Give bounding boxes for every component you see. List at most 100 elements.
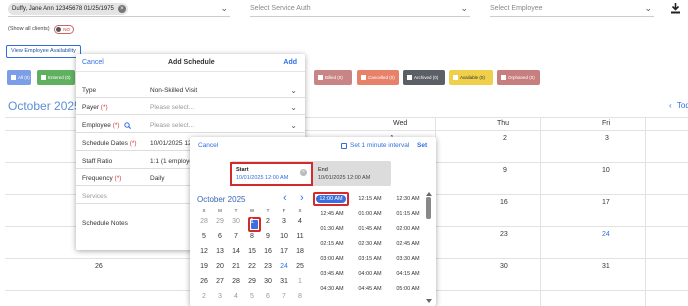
picker-day[interactable]: 29	[212, 218, 228, 225]
time-option[interactable]: 03:30 AM	[390, 256, 426, 262]
employee-field[interactable]: Employee (*) Please select... ⌄	[76, 118, 305, 133]
picker-day[interactable]: 6	[212, 233, 228, 240]
cancel-button[interactable]: Cancel	[82, 54, 104, 72]
time-option[interactable]: 05:00 AM	[390, 286, 426, 292]
legend-available[interactable]: Available (0)	[449, 70, 493, 85]
download-icon[interactable]	[670, 3, 681, 14]
time-option[interactable]: 04:00 AM	[352, 271, 388, 277]
time-option[interactable]: 01:00 AM	[352, 211, 388, 217]
interval-checkbox[interactable]	[341, 143, 347, 149]
picker-day[interactable]: 2	[196, 293, 212, 300]
picker-day[interactable]: 22	[244, 263, 260, 270]
legend-billed[interactable]: Billed (0)	[314, 70, 352, 85]
picker-day[interactable]: 2	[260, 218, 276, 225]
picker-day[interactable]: 5	[244, 293, 260, 300]
picker-day[interactable]: 28	[228, 278, 244, 285]
clear-icon[interactable]: ×	[300, 169, 307, 176]
time-option[interactable]: 04:30 AM	[314, 286, 350, 292]
picker-day[interactable]: 18	[292, 248, 308, 255]
picker-day[interactable]: 21	[228, 263, 244, 270]
start-field[interactable]: Start 10/01/2025 12:00 AM ×	[230, 162, 313, 186]
picker-day[interactable]: 7	[276, 293, 292, 300]
picker-day[interactable]: 1	[244, 218, 260, 225]
calendar-day[interactable]: 23	[500, 231, 508, 238]
picker-day[interactable]: 14	[228, 248, 244, 255]
calendar-day[interactable]: 10	[602, 167, 610, 174]
picker-day[interactable]: 27	[212, 278, 228, 285]
legend-cancelled[interactable]: Cancelled (0)	[357, 70, 399, 85]
picker-day[interactable]: 31	[276, 278, 292, 285]
picker-cancel-button[interactable]: Cancel	[198, 137, 218, 155]
chevron-left-icon[interactable]: ‹	[669, 101, 672, 110]
picker-day[interactable]: 25	[292, 263, 308, 270]
picker-day[interactable]: 30	[260, 278, 276, 285]
time-option[interactable]: 01:45 AM	[352, 226, 388, 232]
service-auth-select[interactable]: Select Service Auth ⌄	[250, 3, 470, 17]
type-field[interactable]: Type Non-Skilled Visit ⌄	[76, 83, 305, 98]
legend-orphaned[interactable]: Orphaned (0)	[497, 70, 540, 85]
picker-day[interactable]: 15	[244, 248, 260, 255]
chevron-right-icon[interactable]: ›	[300, 192, 304, 204]
scroll-down-icon[interactable]	[426, 299, 432, 303]
employee-select[interactable]: Select Employee ⌄	[490, 3, 654, 17]
client-select[interactable]: Duffy, Jane Ann 12345678 01/25/1975 × ⌄	[8, 3, 230, 17]
picker-day[interactable]: 6	[260, 293, 276, 300]
picker-day[interactable]: 4	[292, 218, 308, 225]
selected-time[interactable]: 12:00 AM	[316, 195, 346, 203]
calendar-today-nav[interactable]: ‹ Today	[669, 101, 688, 110]
picker-day[interactable]: 4	[228, 293, 244, 300]
picker-day[interactable]: 17	[276, 248, 292, 255]
calendar-day[interactable]: 2	[503, 135, 507, 142]
calendar-day[interactable]: 16	[500, 199, 508, 206]
calendar-day[interactable]: 26	[95, 263, 103, 270]
picker-set-button[interactable]: Set	[417, 137, 427, 155]
picker-day[interactable]: 13	[212, 248, 228, 255]
legend-all[interactable]: All (0)	[7, 70, 31, 85]
time-option[interactable]: 01:30 AM	[314, 226, 350, 232]
picker-day[interactable]: 8	[292, 293, 308, 300]
picker-day[interactable]: 11	[292, 233, 308, 240]
time-option[interactable]: 03:00 AM	[314, 256, 350, 262]
chevron-left-icon[interactable]: ‹	[283, 192, 287, 204]
time-option[interactable]: 02:15 AM	[314, 241, 350, 247]
time-option[interactable]: 12:45 AM	[314, 211, 350, 217]
time-option[interactable]: 04:15 AM	[390, 271, 426, 277]
payer-field[interactable]: Payer (*) Please select... ⌄	[76, 100, 305, 115]
calendar-day[interactable]: 30	[500, 263, 508, 270]
calendar-day[interactable]: 17	[602, 199, 610, 206]
calendar-day[interactable]: 3	[605, 135, 609, 142]
close-icon[interactable]: ×	[117, 5, 126, 13]
picker-day[interactable]: 12	[196, 248, 212, 255]
time-option[interactable]: 04:45 AM	[352, 286, 388, 292]
add-button[interactable]: Add	[283, 54, 297, 72]
legend-archived[interactable]: Archived (0)	[403, 70, 445, 85]
show-all-toggle[interactable]: NO	[54, 25, 74, 34]
legend-entered[interactable]: Entered (0)	[37, 70, 75, 85]
picker-day[interactable]: 16	[260, 248, 276, 255]
view-employee-availability-button[interactable]: View Employee Availability	[6, 45, 81, 58]
calendar-day[interactable]: 31	[602, 263, 610, 270]
scroll-up-icon[interactable]	[426, 192, 432, 196]
calendar-day[interactable]: 24	[602, 231, 610, 238]
picker-day[interactable]: 7	[228, 233, 244, 240]
time-option[interactable]: 03:45 AM	[314, 271, 350, 277]
picker-day[interactable]: 29	[244, 278, 260, 285]
interval-label[interactable]: Set 1 minute interval	[350, 137, 409, 155]
picker-day[interactable]: 1	[292, 278, 308, 285]
picker-day[interactable]: 20	[212, 263, 228, 270]
time-option[interactable]: 03:15 AM	[352, 256, 388, 262]
picker-day[interactable]: 28	[196, 218, 212, 225]
picker-day[interactable]: 19	[196, 263, 212, 270]
time-option[interactable]: 02:45 AM	[390, 241, 426, 247]
time-option[interactable]: 12:30 AM	[390, 196, 426, 202]
calendar-day[interactable]: 9	[503, 167, 507, 174]
chevron-down-icon[interactable]: ⌄	[220, 3, 228, 14]
picker-day[interactable]: 24	[276, 263, 292, 270]
picker-day[interactable]: 23	[260, 263, 276, 270]
picker-day[interactable]: 5	[196, 233, 212, 240]
today-link[interactable]: Today	[677, 101, 688, 110]
time-option[interactable]: 02:30 AM	[352, 241, 388, 247]
picker-day[interactable]: 3	[276, 218, 292, 225]
picker-day[interactable]: 8	[244, 233, 260, 240]
time-option[interactable]: 01:15 AM	[390, 211, 426, 217]
